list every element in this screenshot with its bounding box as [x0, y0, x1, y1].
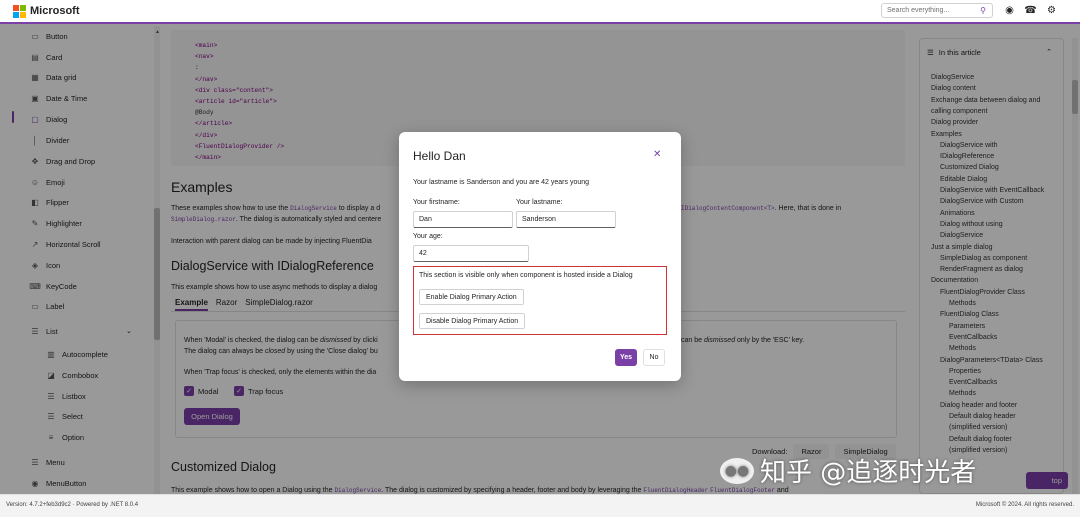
- close-icon[interactable]: ✕: [653, 149, 661, 160]
- enable-primary-action-button[interactable]: Enable Dialog Primary Action: [419, 289, 524, 305]
- dialog-title: Hello Dan: [413, 149, 466, 163]
- yes-button[interactable]: Yes: [615, 349, 637, 366]
- dialog-message: Your lastname is Sanderson and you are 4…: [413, 179, 590, 186]
- firstname-label: Your firstname:: [413, 199, 460, 206]
- lastname-field[interactable]: Sanderson: [516, 211, 616, 228]
- copyright-text: Microsoft © 2024. All rights reserved.: [975, 502, 1074, 508]
- no-button[interactable]: No: [643, 349, 665, 366]
- firstname-field[interactable]: Dan: [413, 211, 513, 228]
- microsoft-logo-icon: [13, 4, 26, 18]
- age-label: Your age:: [413, 233, 443, 240]
- watermark: ●● 知乎 @追逐时光者: [720, 452, 976, 489]
- top-bar: Microsoft Search everything... ⚲ ◉ ☎ ⚙: [0, 0, 1080, 24]
- microsoft-logo[interactable]: Microsoft: [13, 4, 80, 18]
- zhihu-logo-icon: ●●: [720, 457, 754, 484]
- search-placeholder: Search everything...: [887, 7, 950, 14]
- search-input[interactable]: Search everything... ⚲: [881, 3, 993, 18]
- hosted-note: This section is visible only when compon…: [419, 272, 633, 279]
- age-field[interactable]: 42: [413, 245, 529, 262]
- footer: Version: 4.7.2+feb3d9c2 · Powered by .NE…: [0, 494, 1080, 517]
- watermark-text: 知乎 @追逐时光者: [760, 458, 977, 488]
- disable-primary-action-button[interactable]: Disable Dialog Primary Action: [419, 313, 526, 329]
- github-icon[interactable]: ◉: [1003, 4, 1016, 17]
- search-icon: ⚲: [980, 6, 986, 15]
- gear-icon[interactable]: ⚙: [1045, 4, 1058, 17]
- brand-name: Microsoft: [30, 5, 80, 17]
- version-text: Version: 4.7.2+feb3d9c2 · Powered by .NE…: [6, 502, 139, 508]
- bell-icon[interactable]: ☎: [1024, 4, 1037, 17]
- hello-dialog: Hello Dan ✕ Your lastname is Sanderson a…: [399, 132, 681, 381]
- lastname-label: Your lastname:: [516, 199, 563, 206]
